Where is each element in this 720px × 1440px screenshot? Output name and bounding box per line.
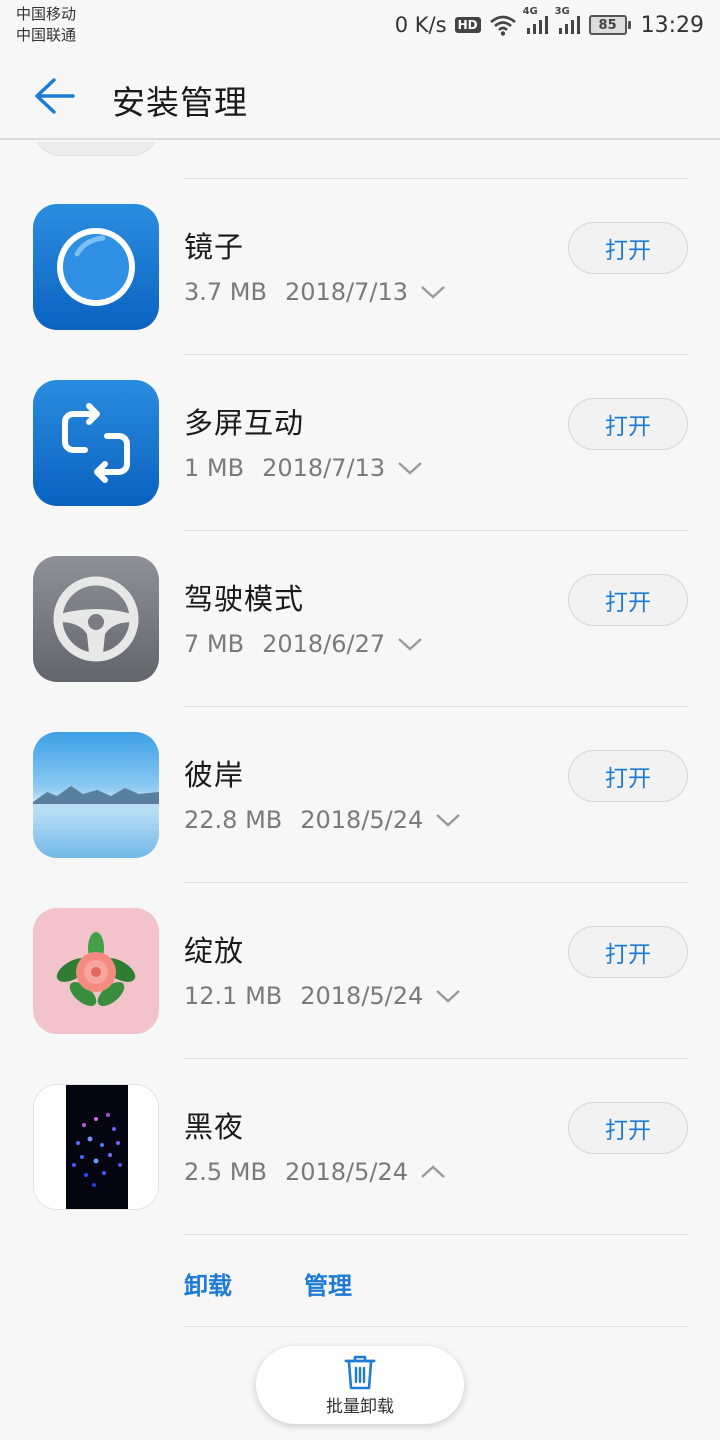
- divider: [184, 1234, 688, 1235]
- steering-wheel-glyph: [53, 576, 139, 662]
- install-date: 2018/5/24: [284, 1158, 409, 1186]
- install-date: 2018/7/13: [284, 278, 409, 306]
- clock: 13:29: [640, 12, 704, 38]
- open-button[interactable]: 打开: [568, 926, 688, 978]
- app-row-night[interactable]: 黑夜 2.5 MB 2018/5/24 打开: [0, 1058, 720, 1234]
- trash-icon: [344, 1355, 376, 1389]
- carrier-1: 中国移动: [16, 5, 77, 23]
- app-meta: 22.8 MB 2018/5/24: [184, 806, 461, 834]
- app-bar: 安装管理: [0, 50, 720, 140]
- back-arrow-icon[interactable]: [32, 76, 76, 116]
- install-manager-screen: 中国移动 中国联通 0 K/s HD 4G 3G 85 13:29 安装管理 镜…: [0, 0, 720, 1440]
- night-theme-icon: [33, 1084, 159, 1210]
- signal-1-indicator: 4G: [523, 6, 549, 36]
- status-indicators: 0 K/s HD 4G 3G 85 13:29: [394, 6, 704, 40]
- app-size: 3.7 MB: [184, 278, 267, 306]
- chevron-down-icon[interactable]: [420, 284, 446, 300]
- app-row-multiscreen[interactable]: 多屏互动 1 MB 2018/7/13 打开: [0, 354, 720, 530]
- signal-bars-2-icon: [558, 16, 580, 34]
- app-meta: 2.5 MB 2018/5/24: [184, 1158, 446, 1186]
- rose-glyph: [56, 932, 136, 1006]
- battery-nub: [627, 21, 631, 29]
- lake-landscape-glyph: [33, 786, 159, 812]
- chevron-down-icon[interactable]: [435, 812, 461, 828]
- steering-wheel-icon: [33, 556, 159, 682]
- app-list[interactable]: 镜子 3.7 MB 2018/7/13 打开 多屏互动 1 MB 2018/7/…: [0, 142, 720, 1440]
- install-date: 2018/5/24: [300, 982, 424, 1010]
- app-name: 驾驶模式: [184, 582, 305, 616]
- multiscreen-icon: [33, 380, 159, 506]
- app-name: 绽放: [184, 934, 245, 968]
- chevron-down-icon[interactable]: [435, 988, 461, 1004]
- app-row-driving-mode[interactable]: 驾驶模式 7 MB 2018/6/27 打开: [0, 530, 720, 706]
- batch-uninstall-label: 批量卸载: [326, 1396, 394, 1417]
- mirror-icon: [33, 204, 159, 330]
- chevron-up-icon[interactable]: [420, 1164, 446, 1180]
- rose-icon: [33, 908, 159, 1034]
- battery-level: 85: [588, 15, 627, 35]
- signal-1-type: 4G: [522, 6, 538, 17]
- app-size: 12.1 MB: [184, 982, 283, 1010]
- app-size: 1 MB: [184, 454, 245, 482]
- status-bar: 中国移动 中国联通 0 K/s HD 4G 3G 85 13:29: [0, 0, 720, 50]
- app-meta: 1 MB 2018/7/13: [184, 454, 423, 482]
- expanded-actions: 卸载 管理: [184, 1266, 352, 1301]
- app-size: 7 MB: [184, 630, 245, 658]
- chevron-down-icon[interactable]: [397, 636, 423, 652]
- app-name: 彼岸: [184, 758, 245, 792]
- open-button[interactable]: 打开: [568, 222, 688, 274]
- open-button[interactable]: 打开: [568, 1102, 688, 1154]
- install-date: 2018/6/27: [262, 630, 386, 658]
- page-title: 安装管理: [112, 83, 248, 122]
- signal-bars-1-icon: [526, 16, 548, 34]
- divider: [184, 1326, 688, 1327]
- app-row-mirror[interactable]: 镜子 3.7 MB 2018/7/13 打开: [0, 178, 720, 354]
- app-row-biann[interactable]: 彼岸 22.8 MB 2018/5/24 打开: [0, 706, 720, 882]
- multiscreen-glyph: [62, 403, 130, 483]
- night-theme-glyph: [66, 1085, 128, 1209]
- open-button[interactable]: 打开: [568, 574, 688, 626]
- app-size: 2.5 MB: [184, 1158, 267, 1186]
- wifi-icon: [489, 15, 516, 36]
- batch-uninstall-button[interactable]: 批量卸载: [256, 1346, 464, 1424]
- hd-badge: HD: [454, 17, 481, 33]
- install-date: 2018/7/13: [262, 454, 386, 482]
- network-speed: 0 K/s: [394, 13, 447, 37]
- app-name: 镜子: [184, 230, 245, 264]
- app-size: 22.8 MB: [184, 806, 283, 834]
- open-button[interactable]: 打开: [568, 398, 688, 450]
- app-meta: 3.7 MB 2018/7/13: [184, 278, 446, 306]
- install-date: 2018/5/24: [300, 806, 424, 834]
- mirror-glyph: [57, 228, 135, 306]
- partially-scrolled-app-icon: [34, 142, 158, 156]
- app-meta: 12.1 MB 2018/5/24: [184, 982, 461, 1010]
- carrier-info: 中国移动 中国联通: [16, 4, 76, 46]
- app-meta: 7 MB 2018/6/27: [184, 630, 423, 658]
- signal-2-indicator: 3G: [555, 6, 581, 36]
- app-row-bloom[interactable]: 绽放 12.1 MB 2018/5/24 打开: [0, 882, 720, 1058]
- battery-indicator: 85: [588, 15, 631, 35]
- uninstall-link[interactable]: 卸载: [184, 1266, 232, 1301]
- carrier-2: 中国联通: [16, 26, 77, 44]
- app-name: 多屏互动: [184, 406, 305, 440]
- signal-2-type: 3G: [554, 6, 570, 17]
- lake-landscape-icon: [33, 732, 159, 858]
- chevron-down-icon[interactable]: [397, 460, 423, 476]
- app-name: 黑夜: [184, 1110, 245, 1144]
- open-button[interactable]: 打开: [568, 750, 688, 802]
- manage-link[interactable]: 管理: [304, 1266, 352, 1301]
